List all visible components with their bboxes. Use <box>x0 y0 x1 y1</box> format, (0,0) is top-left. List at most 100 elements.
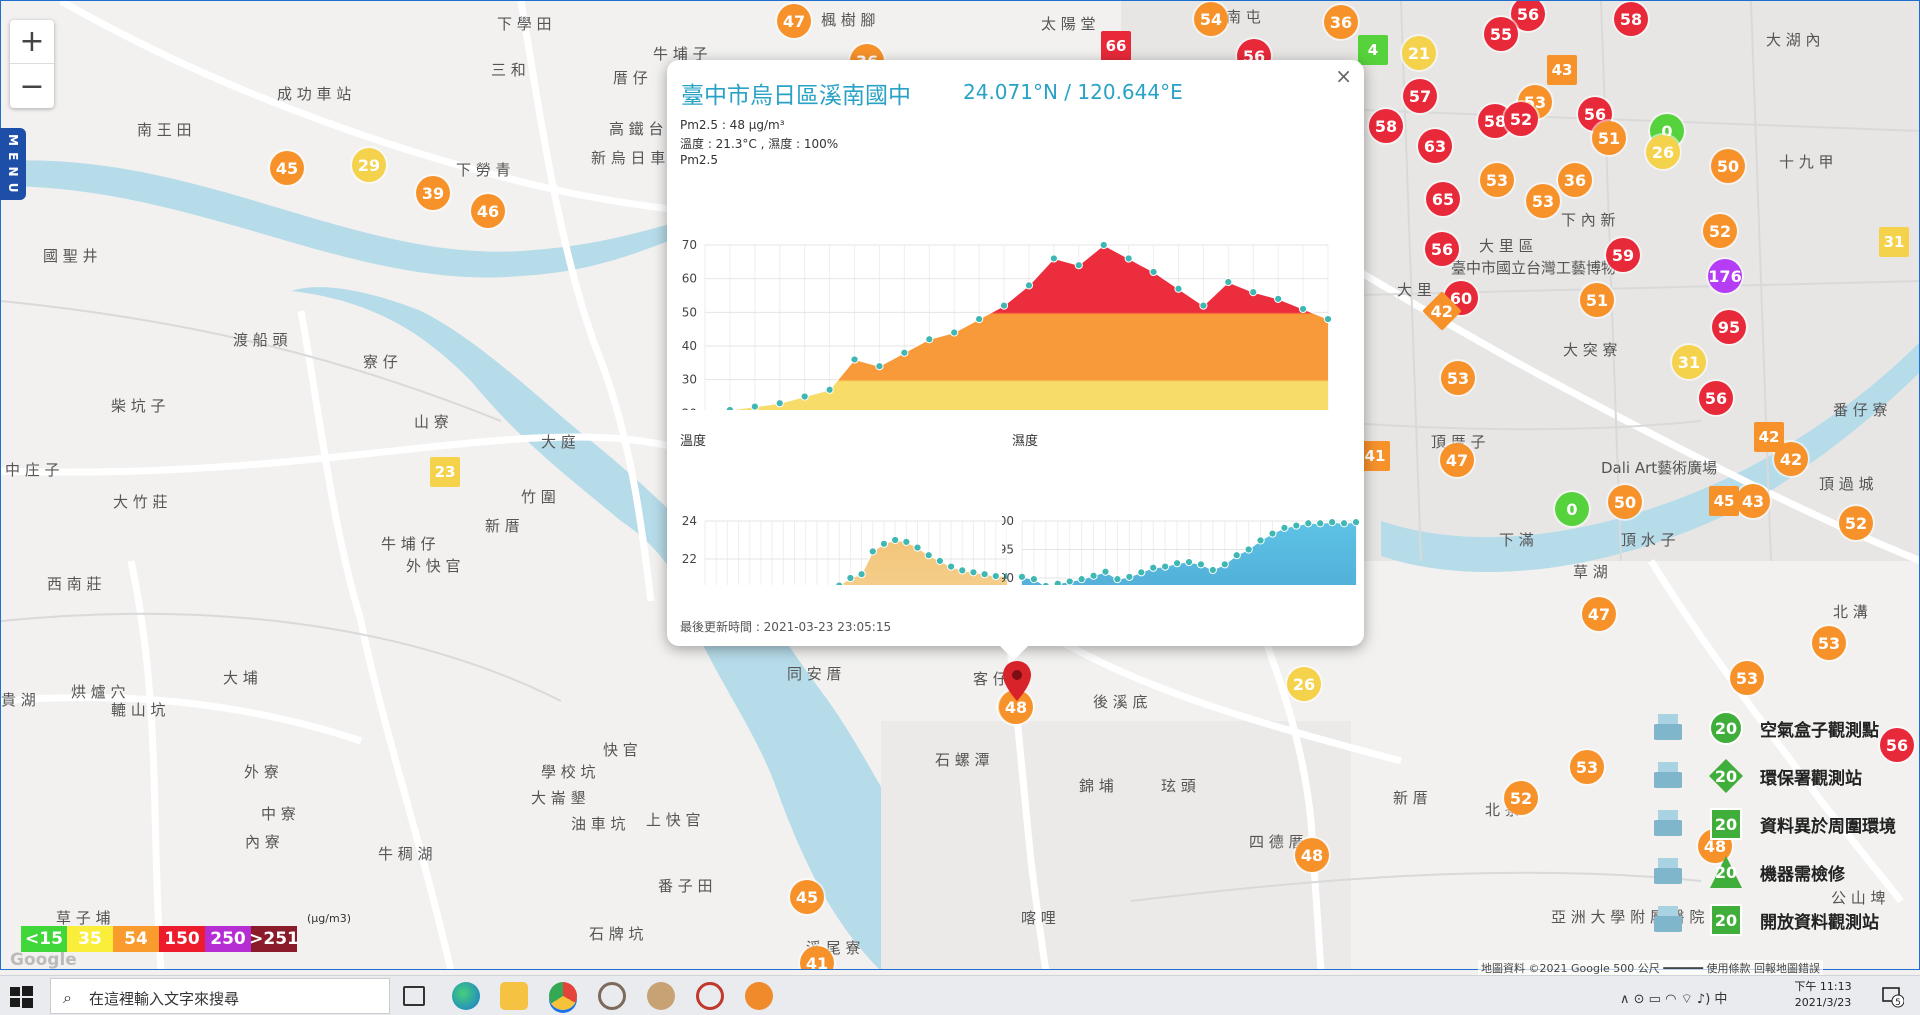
airbox-station-marker[interactable]: 54 <box>1194 2 1228 36</box>
airbox-station-marker[interactable]: 52 <box>1703 214 1737 248</box>
airbox-station-marker[interactable]: 47 <box>1440 443 1474 477</box>
airbox-station-marker[interactable]: 53 <box>1812 626 1846 660</box>
airbox-station-marker[interactable]: 59 <box>1606 238 1640 272</box>
station-value: 23 <box>434 463 456 481</box>
airbox-station-marker[interactable]: 36 <box>1324 5 1358 39</box>
windows-start-icon[interactable] <box>8 984 34 1010</box>
abnormal-station-marker[interactable]: 43 <box>1547 55 1577 85</box>
data-point <box>1268 529 1277 538</box>
airbox-station-marker[interactable]: 26 <box>1287 667 1321 701</box>
airbox-station-marker[interactable]: 45 <box>790 880 824 914</box>
station-info-popup: × 臺中市烏日區溪南國中 24.071°N / 120.644°E Pm2.5 … <box>667 60 1364 660</box>
abnormal-station-marker[interactable]: 45 <box>1709 486 1739 516</box>
legend-marker-value: 20 <box>1714 910 1738 930</box>
airbox-station-marker[interactable]: 95 <box>1712 310 1746 344</box>
airbox-station-marker[interactable]: 50 <box>1608 485 1642 519</box>
app-icon-3[interactable] <box>696 982 724 1010</box>
airbox-station-marker[interactable]: 39 <box>416 176 450 210</box>
abnormal-station-icon <box>1650 806 1686 840</box>
place-label: 新 厝 <box>1393 789 1428 807</box>
abnormal-station-marker[interactable]: 31 <box>1879 227 1909 257</box>
y-tick-label: 60 <box>682 272 697 286</box>
airbox-station-marker[interactable]: 176 <box>1708 259 1742 293</box>
station-value: 42 <box>1758 428 1780 446</box>
airbox-station-marker[interactable]: 53 <box>1480 163 1514 197</box>
airbox-station-marker[interactable]: 52 <box>1839 506 1873 540</box>
menu-tab[interactable]: M E N U <box>0 128 26 200</box>
airbox-station-marker[interactable]: 50 <box>1711 149 1745 183</box>
airbox-station-marker[interactable]: 31 <box>1672 345 1706 379</box>
airbox-station-marker[interactable]: 26 <box>1646 135 1680 169</box>
pm25-chart-title: Pm2.5 <box>680 153 719 167</box>
airbox-station-marker[interactable]: 51 <box>1592 121 1626 155</box>
airbox-station-marker[interactable]: 58 <box>1614 2 1648 36</box>
place-label: 錦 埔 <box>1079 777 1114 795</box>
station-value: 36 <box>1329 12 1353 32</box>
airbox-station-marker[interactable]: 51 <box>1580 283 1614 317</box>
airbox-station-marker[interactable]: 53 <box>1730 661 1764 695</box>
airbox-station-marker[interactable]: 53 <box>1441 361 1475 395</box>
place-label: 下 內 新 <box>1561 211 1616 229</box>
abnormal-station-marker[interactable]: 41 <box>1360 441 1390 471</box>
abnormal-station-marker[interactable]: 66 <box>1101 31 1131 61</box>
system-tray[interactable]: ∧ ⊙ ▭ ◠ ⌔ ♪) 中 <box>1620 988 1727 1007</box>
place-label: 中 寮 <box>261 805 296 823</box>
airbox-station-marker[interactable]: 47 <box>1582 597 1616 631</box>
data-point <box>902 537 911 547</box>
data-point <box>991 572 1000 581</box>
file-explorer-icon[interactable] <box>500 982 528 1010</box>
airbox-station-marker[interactable]: 0 <box>1555 492 1589 526</box>
place-label: 番 子 田 <box>658 877 713 895</box>
place-label: 草 子 埔 <box>56 909 111 927</box>
airbox-station-marker[interactable]: 56 <box>1425 232 1459 266</box>
airbox-station-marker[interactable]: 47 <box>777 4 811 38</box>
airbox-station-marker[interactable]: 53 <box>1526 184 1560 218</box>
station-value: 29 <box>357 155 381 175</box>
station-value: 26 <box>1292 674 1316 694</box>
popup-close-button[interactable]: × <box>1335 64 1352 88</box>
abnormal-station-marker[interactable]: 42 <box>1754 422 1784 452</box>
airbox-station-marker[interactable]: 43 <box>1736 484 1770 518</box>
airbox-station-marker[interactable]: 56 <box>1699 381 1733 415</box>
airbox-station-marker[interactable]: 29 <box>352 148 386 182</box>
airbox-station-marker[interactable]: 53 <box>1570 750 1604 784</box>
app-icon-2[interactable] <box>647 982 675 1010</box>
legend-marker-value: 20 <box>1714 718 1738 738</box>
airbox-station-marker[interactable]: 36 <box>1558 163 1592 197</box>
station-value: 45 <box>1713 492 1735 510</box>
box-station-icon <box>1650 710 1686 744</box>
taskbar-search-box[interactable]: ⌕ 在這裡輸入文字來搜尋 <box>50 978 390 1014</box>
data-point <box>875 362 884 371</box>
station-value: 95 <box>1717 317 1741 337</box>
place-label: 頂 過 城 <box>1819 475 1874 493</box>
zoom-out-button[interactable]: − <box>10 64 54 108</box>
airbox-station-marker[interactable]: 63 <box>1418 129 1452 163</box>
taskbar-clock[interactable]: 下午 11:13 2021/3/23 <box>1788 979 1858 1011</box>
airbox-station-marker[interactable]: 48 <box>1295 838 1329 872</box>
app-icon-1[interactable] <box>598 982 626 1010</box>
airbox-station-marker[interactable]: 21 <box>1402 36 1436 70</box>
abnormal-station-marker[interactable]: 4 <box>1358 35 1388 65</box>
notification-icon[interactable]: 5 <box>1880 984 1904 1008</box>
blender-icon[interactable] <box>745 982 773 1010</box>
airbox-station-marker[interactable]: 65 <box>1426 182 1460 216</box>
station-value: 4 <box>1367 41 1379 59</box>
airbox-station-marker[interactable]: 45 <box>270 151 304 185</box>
edge-browser-icon[interactable] <box>452 982 480 1010</box>
abnormal-station-marker[interactable]: 23 <box>430 457 460 487</box>
legend-marker-square: 20 <box>1708 902 1744 938</box>
data-point <box>969 568 978 577</box>
zoom-in-button[interactable]: + <box>10 20 54 64</box>
airbox-station-marker[interactable]: 57 <box>1403 79 1437 113</box>
airbox-station-marker[interactable]: 58 <box>1369 109 1403 143</box>
airbox-station-marker[interactable]: 46 <box>471 194 505 228</box>
station-value: 58 <box>1619 9 1643 29</box>
airbox-station-marker[interactable]: 52 <box>1504 102 1538 136</box>
chrome-icon[interactable] <box>549 982 577 1010</box>
airbox-station-marker[interactable]: 52 <box>1504 781 1538 815</box>
place-label: 內 寮 <box>245 833 280 851</box>
task-view-icon[interactable] <box>403 986 425 1006</box>
data-point <box>1074 261 1083 270</box>
airbox-station-marker[interactable]: 55 <box>1484 17 1518 51</box>
selected-location-pin[interactable] <box>1002 661 1032 705</box>
